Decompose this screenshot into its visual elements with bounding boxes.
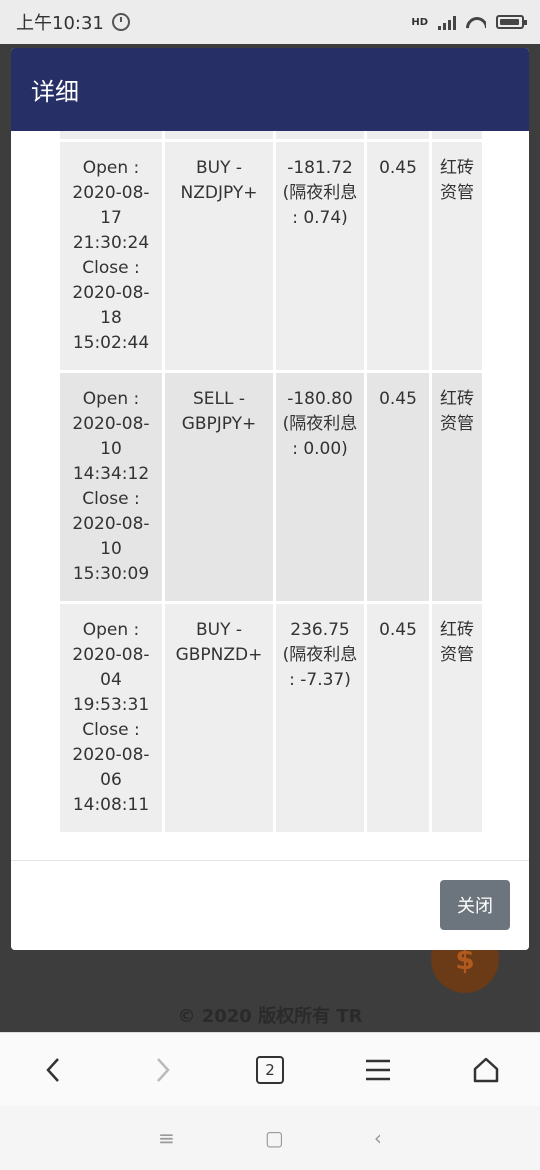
network-label: HD bbox=[411, 16, 428, 28]
trade-broker: 红砖资管 bbox=[432, 142, 482, 370]
back-icon[interactable] bbox=[29, 1045, 79, 1095]
menu-icon[interactable] bbox=[353, 1045, 403, 1095]
modal-body[interactable]: Open : 2020-08-17 21:30:24 Close : 2020-… bbox=[11, 131, 529, 888]
trade-table: Open : 2020-08-17 21:30:24 Close : 2020-… bbox=[57, 131, 483, 835]
system-home-icon[interactable]: ▢ bbox=[265, 1126, 284, 1150]
trade-broker: 红砖资管 bbox=[432, 604, 482, 832]
alarm-icon bbox=[111, 13, 130, 31]
trade-broker: 红砖资管 bbox=[432, 373, 482, 601]
trade-lots: 0.45 bbox=[367, 142, 429, 370]
close-button[interactable]: 关闭 bbox=[440, 880, 510, 930]
system-back-icon[interactable]: ‹ bbox=[374, 1126, 382, 1150]
trade-profit: -181.72 (隔夜利息 : 0.74) bbox=[276, 142, 364, 370]
modal-footer: 关闭 bbox=[11, 860, 529, 950]
modal-title: 详细 bbox=[31, 78, 79, 106]
table-row: Open : 2020-08-04 19:53:31 Close : 2020-… bbox=[60, 604, 482, 832]
tab-count: 2 bbox=[256, 1056, 284, 1084]
table-cell bbox=[432, 131, 482, 139]
status-bar: 上午10:31 HD bbox=[0, 0, 540, 44]
clock: 上午10:31 bbox=[16, 13, 104, 34]
trade-time: Open : 2020-08-17 21:30:24 Close : 2020-… bbox=[60, 142, 162, 370]
wifi-icon bbox=[466, 15, 486, 29]
detail-modal: 详细 Open : 2020-08-17 21:30:24 Close : 20… bbox=[11, 48, 529, 950]
system-menu-icon[interactable]: ≡ bbox=[158, 1126, 175, 1150]
browser-toolbar: 2 bbox=[0, 1032, 540, 1107]
trade-time: Open : 2020-08-10 14:34:12 Close : 2020-… bbox=[60, 373, 162, 601]
trade-symbol: BUY - GBPNZD+ bbox=[165, 604, 273, 832]
table-cell bbox=[60, 131, 162, 139]
trade-time: Open : 2020-08-04 19:53:31 Close : 2020-… bbox=[60, 604, 162, 832]
trade-profit: 236.75 (隔夜利息 : -7.37) bbox=[276, 604, 364, 832]
table-cell bbox=[367, 131, 429, 139]
table-cell bbox=[165, 131, 273, 139]
trade-lots: 0.45 bbox=[367, 604, 429, 832]
modal-header: 详细 bbox=[11, 48, 529, 131]
trade-symbol: SELL - GBPJPY+ bbox=[165, 373, 273, 601]
home-icon[interactable] bbox=[461, 1045, 511, 1095]
signal-icon bbox=[438, 14, 456, 30]
table-row bbox=[60, 131, 482, 139]
table-row: Open : 2020-08-17 21:30:24 Close : 2020-… bbox=[60, 142, 482, 370]
table-row: Open : 2020-08-10 14:34:12 Close : 2020-… bbox=[60, 373, 482, 601]
tabs-button[interactable]: 2 bbox=[245, 1045, 295, 1095]
trade-lots: 0.45 bbox=[367, 373, 429, 601]
copyright-text: © 2020 版权所有 TR bbox=[177, 1006, 363, 1027]
battery-icon bbox=[496, 15, 527, 29]
trade-profit: -180.80 (隔夜利息 : 0.00) bbox=[276, 373, 364, 601]
table-cell bbox=[276, 131, 364, 139]
trade-symbol: BUY - NZDJPY+ bbox=[165, 142, 273, 370]
system-nav-bar: ≡ ▢ ‹ bbox=[0, 1106, 540, 1170]
forward-icon[interactable] bbox=[137, 1045, 187, 1095]
